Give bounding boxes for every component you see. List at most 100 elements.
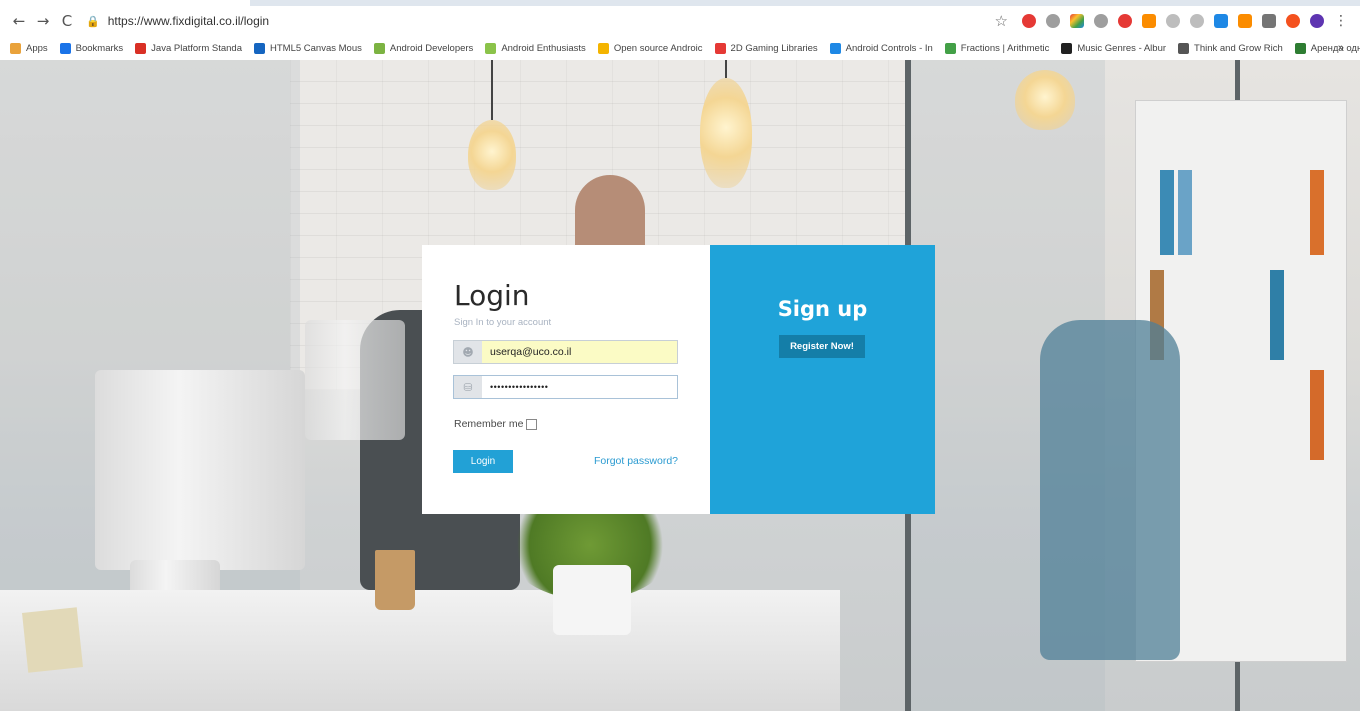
forward-button[interactable]: → <box>34 12 52 30</box>
bookmark-item[interactable]: Music Genres - Albur <box>1061 42 1167 54</box>
lock-icon: ⛁ <box>454 376 482 398</box>
bookmark-item[interactable]: Android Developers <box>373 42 474 54</box>
person-right <box>1040 320 1180 660</box>
password-field[interactable]: ⛁ •••••••••••••••• <box>453 375 678 399</box>
bookmark-item[interactable]: Android Enthusiasts <box>485 42 586 54</box>
bookmark-item[interactable]: Java Platform Standa <box>135 42 242 54</box>
bookmark-label: Android Enthusiasts <box>501 42 586 54</box>
bookmark-label: Think and Grow Rich <box>1194 42 1283 54</box>
bookmark-label: Аренда однокомнат <box>1310 42 1360 54</box>
extensions-toolbar: ☆ ⋮ <box>995 12 1348 30</box>
bookmark-label: Bookmarks <box>75 42 124 54</box>
bookmark-label: Open source Androic <box>613 42 703 54</box>
monitor <box>305 320 405 440</box>
binder <box>1270 270 1284 360</box>
bookmark-favicon-icon <box>944 42 956 54</box>
lamp-wire <box>725 60 727 78</box>
record-extension-icon[interactable] <box>1118 14 1132 28</box>
hanging-lamp <box>468 120 516 190</box>
password-value[interactable]: •••••••••••••••• <box>482 376 677 398</box>
extension-icon[interactable] <box>1238 14 1252 28</box>
profile-avatar-icon[interactable] <box>1310 14 1324 28</box>
sticky-note <box>22 607 83 673</box>
remember-me: Remember me <box>454 418 538 430</box>
extension-icon[interactable] <box>1286 14 1300 28</box>
hanging-lamp <box>700 78 752 188</box>
bookmark-item[interactable]: Apps <box>10 42 48 54</box>
address-url: https://www.fixdigital.co.il/login <box>107 14 270 28</box>
bookmark-favicon-icon <box>10 42 21 54</box>
bookmark-favicon-icon <box>1178 42 1190 54</box>
bookmark-favicon-icon <box>1061 42 1073 54</box>
remember-me-label: Remember me <box>454 418 524 430</box>
plant-pot <box>553 565 631 635</box>
bookmark-item[interactable]: Android Controls - In <box>829 42 933 54</box>
desk <box>0 590 840 711</box>
bookmark-item[interactable]: Аренда однокомнат <box>1294 42 1360 54</box>
user-icon: ☻ <box>454 341 482 363</box>
bookmark-favicon-icon <box>829 42 841 54</box>
bookmark-item[interactable]: Fractions | Arithmetic <box>944 42 1050 54</box>
rss-extension-icon[interactable] <box>1142 14 1156 28</box>
remember-me-checkbox[interactable] <box>526 418 538 430</box>
forgot-password-link[interactable]: Forgot password? <box>594 455 678 467</box>
extension-icon[interactable] <box>1166 14 1180 28</box>
bookmark-label: Android Developers <box>389 42 474 54</box>
login-subtitle: Sign In to your account <box>454 317 552 328</box>
login-button[interactable]: Login <box>453 450 513 473</box>
menu-kebab-icon[interactable]: ⋮ <box>1334 14 1348 28</box>
address-bar[interactable]: 🔒 https://www.fixdigital.co.il/login <box>86 10 966 32</box>
bookmark-favicon-icon <box>597 42 609 54</box>
binder <box>1160 170 1174 255</box>
bookmark-label: Java Platform Standa <box>151 42 242 54</box>
lock-icon: 🔒 <box>86 15 100 28</box>
bookmark-favicon-icon <box>485 42 497 54</box>
binder <box>1310 170 1324 255</box>
extension-icon[interactable] <box>1214 14 1228 28</box>
extension-icon[interactable] <box>1046 14 1060 28</box>
extension-icon[interactable] <box>1094 14 1108 28</box>
hanging-lamp <box>1015 70 1075 130</box>
lamp-wire <box>491 60 493 120</box>
binder <box>1178 170 1192 255</box>
bookmark-item[interactable]: Bookmarks <box>59 42 124 54</box>
navigation-bar: ← → C 🔒 https://www.fixdigital.co.il/logi… <box>0 8 1360 36</box>
monitor <box>95 370 305 570</box>
extension-icon[interactable] <box>1190 14 1204 28</box>
coffee-cup <box>375 550 415 610</box>
bookmark-item[interactable]: Open source Androic <box>597 42 703 54</box>
signup-panel: Sign up Register Now! <box>710 245 935 514</box>
email-field[interactable]: ☻ userqa@uco.co.il <box>453 340 678 364</box>
bookmark-label: Music Genres - Albur <box>1077 42 1167 54</box>
binder <box>1310 370 1324 460</box>
bookmark-item[interactable]: Think and Grow Rich <box>1178 42 1283 54</box>
login-title: Login <box>454 279 530 312</box>
bookmark-favicon-icon <box>59 42 71 54</box>
bookmarks-bar: Apps Bookmarks Java Platform Standa HTML5 C… <box>0 38 1360 58</box>
bookmark-favicon-icon <box>135 42 147 54</box>
browser-chrome: ← → C 🔒 https://www.fixdigital.co.il/logi… <box>0 0 1360 61</box>
bookmark-label: Fractions | Arithmetic <box>960 42 1050 54</box>
bookmark-label: Android Controls - In <box>845 42 933 54</box>
bookmark-label: Apps <box>26 42 48 54</box>
extension-icon[interactable] <box>1262 14 1276 28</box>
login-panel: Login Sign In to your account ☻ userqa@u… <box>422 245 710 514</box>
bookmark-star-icon[interactable]: ☆ <box>995 14 1008 29</box>
bookmark-favicon-icon <box>714 42 726 54</box>
tab-strip <box>250 0 1360 6</box>
colorful-extension-icon[interactable] <box>1070 14 1084 28</box>
bookmark-favicon-icon <box>1294 42 1306 54</box>
bookmarks-overflow-button[interactable]: » <box>1338 42 1344 54</box>
bookmark-item[interactable]: HTML5 Canvas Mous <box>254 42 362 54</box>
opera-extension-icon[interactable] <box>1022 14 1036 28</box>
back-button[interactable]: ← <box>10 12 28 30</box>
bookmark-item[interactable]: 2D Gaming Libraries <box>714 42 818 54</box>
bookmark-label: HTML5 Canvas Mous <box>270 42 362 54</box>
email-value[interactable]: userqa@uco.co.il <box>482 341 677 363</box>
bookmark-favicon-icon <box>373 42 385 54</box>
signup-title: Sign up <box>777 297 868 321</box>
bookmark-favicon-icon <box>254 42 265 54</box>
bookmark-label: 2D Gaming Libraries <box>730 42 818 54</box>
reload-button[interactable]: C <box>58 12 76 30</box>
register-now-button[interactable]: Register Now! <box>779 335 865 358</box>
